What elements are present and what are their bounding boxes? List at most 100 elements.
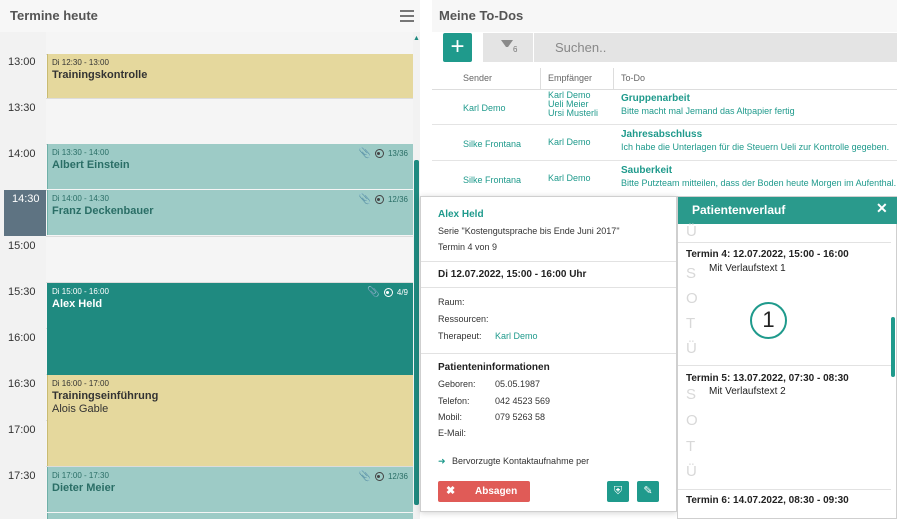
event-title: Franz Deckenbauer — [52, 205, 154, 217]
soap-letter: S — [686, 265, 697, 282]
event-time: Di 12:30 - 13:00 — [52, 58, 109, 67]
todo-title: Meine To-Dos — [439, 8, 524, 23]
event-meta: 📎 12/36 — [359, 471, 408, 482]
soap-letter: T — [686, 438, 696, 455]
event-partial[interactable] — [47, 513, 413, 519]
patient-name[interactable]: Alex Held — [438, 209, 484, 220]
todo-description: Bitte Putzteam mitteilen, dass der Boden… — [621, 178, 896, 188]
calendar-header: Termine heute — [0, 0, 420, 32]
event-trainingskontrolle[interactable]: Di 12:30 - 13:00 Trainingskontrolle — [47, 54, 413, 98]
edit-button[interactable]: ✎ — [637, 481, 659, 502]
todo-table-header: Sender Empfänger To-Do — [432, 68, 897, 90]
therapeut-link[interactable]: Karl Demo — [495, 331, 538, 341]
time-label: 14:00 — [8, 148, 36, 160]
soap-letter: O — [686, 412, 698, 429]
mobil-value: 079 5263 58 — [495, 412, 546, 422]
todo-description: Bitte macht mal Jemand das Altpapier fer… — [621, 106, 795, 116]
absagen-label: Absagen — [475, 486, 518, 497]
todo-title-text: Gruppenarbeit — [621, 93, 690, 104]
soap-letter: Ü — [686, 340, 697, 357]
time-label-current: 14:30 — [12, 193, 40, 205]
paperclip-icon: 📎 — [358, 194, 371, 205]
search-input[interactable]: Suchen.. — [534, 33, 897, 62]
filter-button[interactable]: 6 — [483, 33, 533, 62]
event-alex-held[interactable]: Di 15:00 - 16:00 Alex Held 📎 4/9 — [47, 283, 413, 375]
event-title: Trainingskontrolle — [52, 69, 148, 81]
todo-description: Ich habe die Unterlagen für die Steuern … — [621, 142, 890, 152]
event-title: Albert Einstein — [52, 159, 130, 171]
verlauf-entry-text: Mit Verlaufstext 2 — [709, 386, 786, 397]
raum-label: Raum: — [438, 297, 465, 307]
close-icon[interactable]: ✕ — [876, 200, 888, 217]
event-meta: 📎 4/9 — [367, 287, 408, 298]
calendar-scrollbar[interactable] — [414, 160, 419, 505]
verlauf-scrollbar[interactable] — [891, 317, 895, 377]
scroll-up-icon[interactable]: ▲ — [413, 35, 420, 42]
shield-button[interactable]: ⛨ — [607, 481, 629, 502]
target-icon — [383, 288, 393, 297]
close-icon: ✖ — [446, 485, 456, 497]
event-time: Di 13:30 - 14:00 — [52, 148, 109, 157]
event-count: 12/36 — [387, 195, 408, 204]
shield-icon: ⛨ — [613, 485, 623, 497]
event-count: 12/36 — [387, 472, 408, 481]
hamburger-menu-icon[interactable] — [400, 10, 414, 22]
event-albert-einstein[interactable]: Di 13:30 - 14:00 Albert Einstein 📎 13/36 — [47, 144, 413, 189]
time-label: 16:30 — [8, 378, 36, 390]
paperclip-icon: 📎 — [358, 148, 371, 159]
verlauf-entry-title: Termin 5: 13.07.2022, 07:30 - 08:30 — [686, 373, 849, 384]
todo-recipients: Karl Demo Ueli Meier Ursi Musterli — [548, 90, 599, 118]
termin-count: Termin 4 von 9 — [438, 242, 498, 252]
target-icon — [374, 195, 384, 204]
mobil-label: Mobil: — [438, 412, 463, 422]
event-time: Di 17:00 - 17:30 — [52, 471, 109, 480]
column-sender[interactable]: Sender — [463, 73, 492, 83]
absagen-button[interactable]: ✖ Absagen — [438, 481, 530, 502]
column-recipient[interactable]: Empfänger — [548, 73, 592, 83]
telefon-label: Telefon: — [438, 396, 470, 406]
event-time: Di 14:00 - 14:30 — [52, 194, 109, 203]
event-title: Trainingseinführung — [52, 390, 159, 402]
event-dieter-meier[interactable]: Di 17:00 - 17:30 Dieter Meier 📎 12/36 — [47, 467, 413, 512]
todo-title-text: Jahresabschluss — [621, 129, 703, 140]
event-count: 4/9 — [396, 288, 408, 297]
todo-sender: Silke Frontana — [463, 175, 522, 185]
soap-letter: Ü — [686, 223, 697, 240]
add-todo-button[interactable]: + — [443, 33, 472, 62]
todo-row[interactable]: Karl Demo Karl Demo Ueli Meier Ursi Must… — [432, 90, 897, 125]
event-franz-deckenbauer[interactable]: Di 14:00 - 14:30 Franz Deckenbauer 📎 12/… — [47, 190, 413, 235]
contact-preference[interactable]: Bervorzugte Kontaktaufnahme per — [452, 456, 589, 466]
event-count: 13/36 — [387, 149, 408, 158]
patient-info-heading: Patienteninformationen — [438, 362, 550, 373]
verlauf-entry-title: Termin 6: 14.07.2022, 08:30 - 09:30 — [686, 495, 849, 506]
paperclip-icon: 📎 — [367, 287, 380, 298]
event-meta: 📎 13/36 — [359, 148, 408, 159]
paperclip-icon: 📎 — [358, 471, 371, 482]
event-trainingseinfuehrung[interactable]: Di 16:00 - 17:00 Trainingseinführung Alo… — [47, 375, 413, 466]
todo-row[interactable]: Silke Frontana Karl Demo Jahresabschluss… — [432, 126, 897, 161]
todo-row[interactable]: Silke Frontana Karl Demo Sauberkeit Bitt… — [432, 162, 897, 197]
soap-letter: O — [686, 290, 698, 307]
time-label: 13:30 — [8, 102, 36, 114]
column-todo[interactable]: To-Do — [621, 73, 645, 83]
event-title: Alex Held — [52, 298, 103, 310]
calendar-title: Termine heute — [10, 8, 98, 23]
arrow-right-icon: ➜ — [438, 456, 446, 466]
event-time: Di 16:00 - 17:00 — [52, 379, 109, 388]
soap-letter: T — [686, 315, 696, 332]
event-title: Dieter Meier — [52, 482, 115, 494]
filter-icon — [501, 40, 513, 50]
search-placeholder: Suchen.. — [555, 40, 607, 55]
step-badge: 1 — [750, 302, 787, 339]
time-label: 16:00 — [8, 332, 36, 344]
patientenverlauf-panel: Patientenverlauf ✕ Ü Termin 4: 12.07.202… — [677, 196, 897, 519]
event-time: Di 15:00 - 16:00 — [52, 287, 109, 296]
time-label: 13:00 — [8, 56, 36, 68]
todo-title-text: Sauberkeit — [621, 165, 673, 176]
todo-sender: Silke Frontana — [463, 139, 522, 149]
soap-letter: Ü — [686, 463, 697, 480]
email-label: E-Mail: — [438, 428, 467, 438]
verlauf-entry-text: Mit Verlaufstext 1 — [709, 263, 786, 274]
time-label: 15:30 — [8, 286, 36, 298]
verlauf-entry-title: Termin 4: 12.07.2022, 15:00 - 16:00 — [686, 249, 849, 260]
